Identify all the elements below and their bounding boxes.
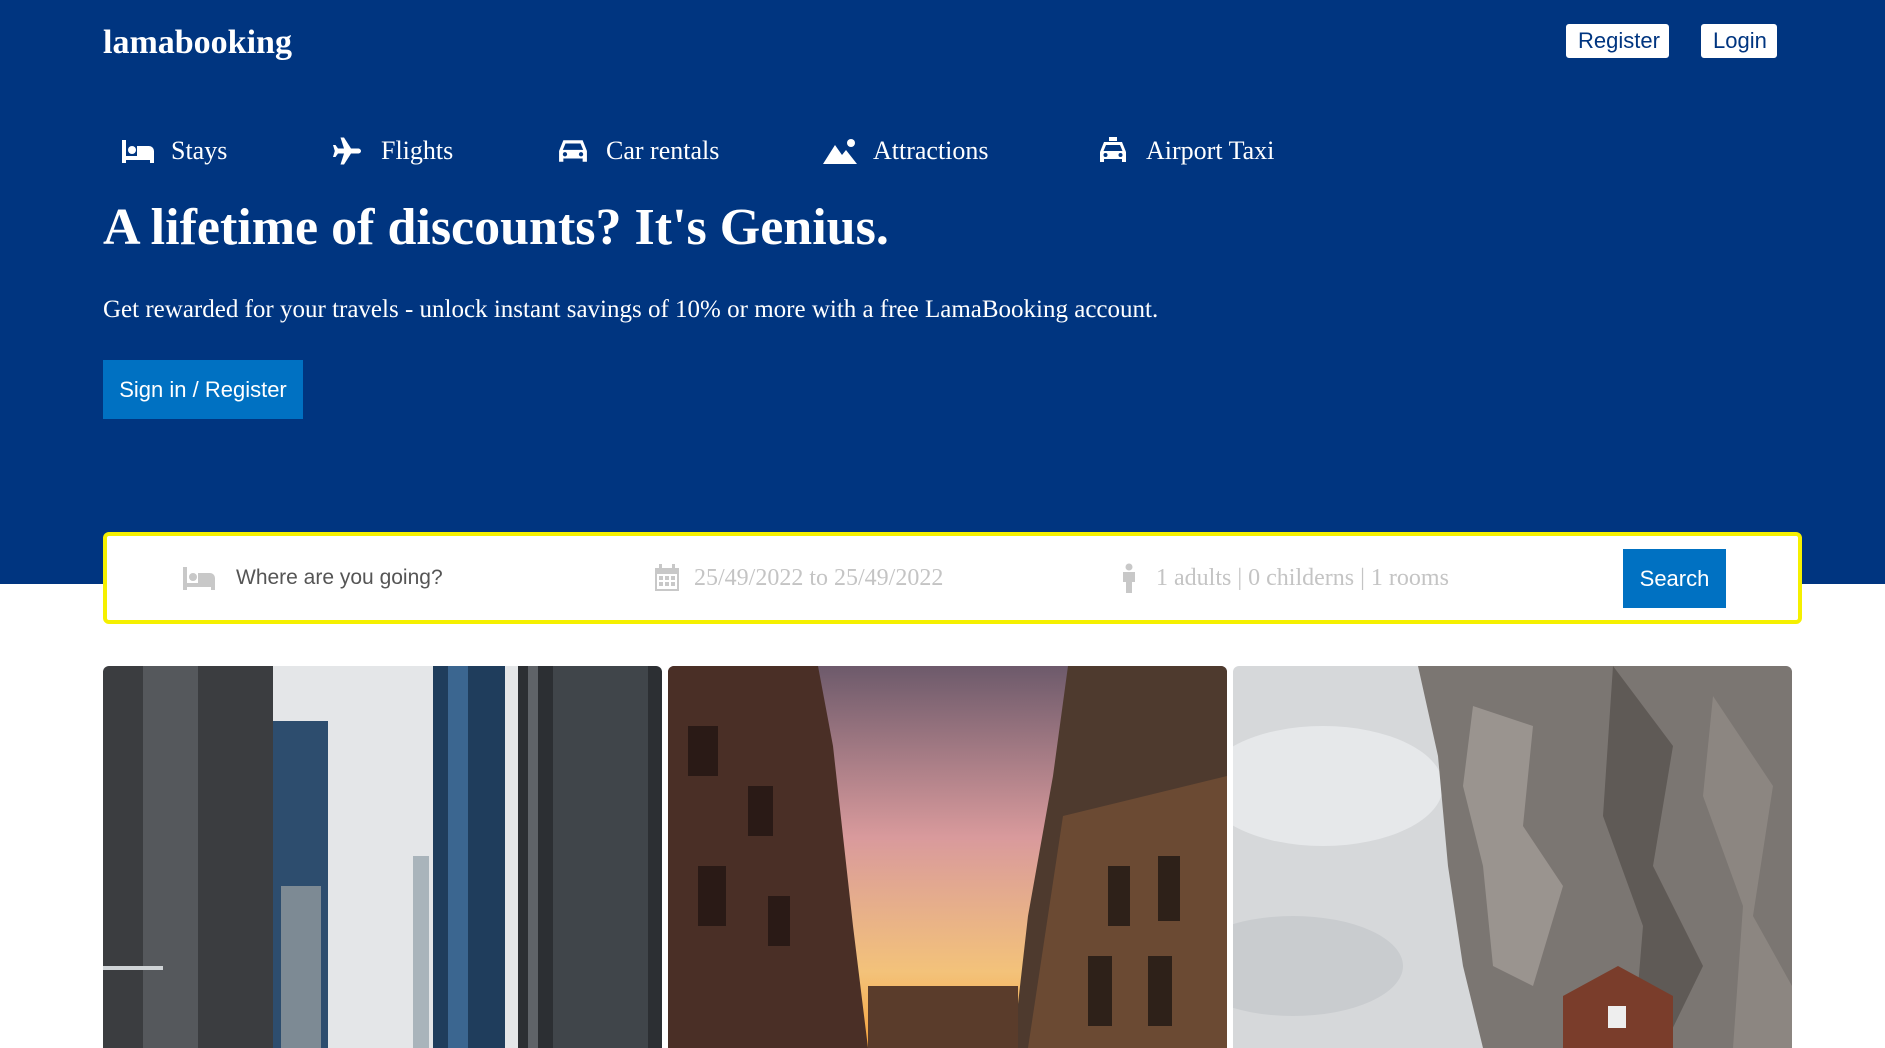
date-range-text: 25/49/2022 to 25/49/2022 (694, 564, 944, 591)
occupancy-selector[interactable]: 1 adults | 0 childerns | 1 rooms (1118, 536, 1449, 620)
old-town-sunset-photo (668, 666, 1227, 1048)
hero-description: Get rewarded for your travels - unlock i… (103, 296, 1159, 323)
featured-cards (103, 666, 1793, 1048)
register-button[interactable]: Register (1566, 24, 1669, 58)
city-skyscrapers-photo (103, 666, 662, 1048)
nav-item-stays[interactable]: Stays (121, 132, 227, 170)
nav-label: Stays (171, 136, 228, 165)
logo[interactable]: lamabooking (103, 24, 292, 62)
nav-item-attractions[interactable]: Attractions (823, 132, 989, 170)
calendar-icon (655, 564, 679, 591)
car-icon (559, 140, 587, 162)
featured-card-cliff-house[interactable] (1233, 666, 1792, 1048)
plane-icon (333, 137, 361, 165)
person-icon (1123, 563, 1135, 593)
nav-item-car-rentals[interactable]: Car rentals (556, 132, 719, 170)
bed-icon (183, 567, 215, 590)
nav-label: Airport Taxi (1146, 136, 1275, 165)
bed-icon (122, 140, 154, 163)
destination-input[interactable] (236, 566, 566, 590)
mountain-icon (823, 139, 857, 164)
featured-card-old-town[interactable] (668, 666, 1227, 1048)
nav-item-flights[interactable]: Flights (331, 132, 453, 170)
header: lamabooking Register Login Stays Flights… (0, 0, 1885, 584)
login-button[interactable]: Login (1701, 24, 1777, 58)
nav-item-airport-taxi[interactable]: Airport Taxi (1096, 132, 1274, 170)
cliff-house-photo (1233, 666, 1792, 1048)
occupancy-text: 1 adults | 0 childerns | 1 rooms (1156, 564, 1449, 591)
date-range-picker[interactable]: 25/49/2022 to 25/49/2022 (654, 536, 943, 620)
search-bar: 25/49/2022 to 25/49/2022 1 adults | 0 ch… (103, 532, 1802, 624)
nav-label: Flights (381, 136, 454, 165)
destination-field[interactable] (182, 536, 566, 620)
nav-label: Car rentals (606, 136, 720, 165)
featured-card-city[interactable] (103, 666, 662, 1048)
hero-title: A lifetime of discounts? It's Genius. (103, 199, 889, 256)
search-button[interactable]: Search (1623, 549, 1726, 608)
taxi-icon (1100, 137, 1126, 162)
sign-in-register-button[interactable]: Sign in / Register (103, 360, 303, 419)
nav-label: Attractions (873, 136, 989, 165)
